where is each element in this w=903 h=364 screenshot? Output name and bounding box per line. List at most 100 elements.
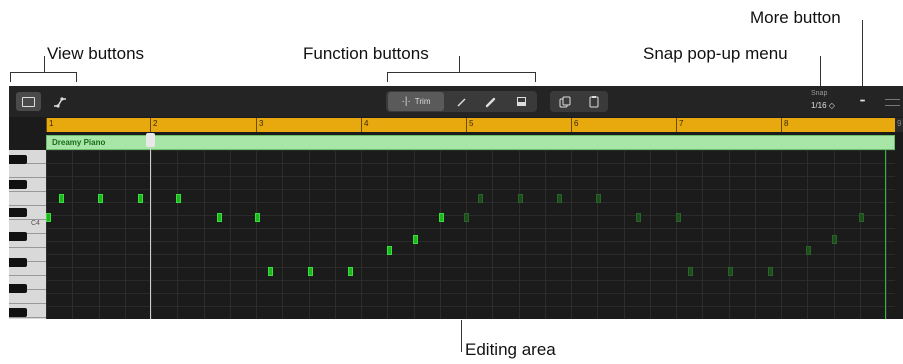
grid-beat-line (807, 150, 808, 319)
midi-note[interactable] (439, 213, 444, 222)
grid-row-line (46, 293, 895, 294)
brush-button[interactable] (481, 92, 501, 111)
black-key[interactable] (9, 232, 27, 241)
function-callout-stem (459, 56, 460, 73)
grid-beat-line (230, 150, 231, 319)
grid-beat-line (387, 150, 388, 319)
grid-beat-line (624, 150, 625, 319)
grid-beat-line (755, 150, 756, 319)
piano-roll-view-button[interactable] (16, 92, 41, 111)
snap-label: Snap (811, 90, 828, 97)
midi-note[interactable] (46, 213, 51, 222)
midi-note[interactable] (176, 194, 181, 203)
playhead[interactable] (150, 133, 151, 319)
midi-note[interactable] (859, 213, 864, 222)
midi-note[interactable] (138, 194, 143, 203)
midi-note[interactable] (255, 213, 260, 222)
more-button[interactable]: ••• (852, 92, 872, 111)
grid-row-line (46, 228, 895, 229)
midi-note[interactable] (676, 213, 681, 222)
grid-beat-line (46, 150, 47, 319)
grid-beat-line (729, 150, 730, 319)
grid-beat-line (545, 150, 546, 319)
white-key[interactable] (9, 164, 46, 178)
black-key[interactable] (9, 208, 27, 217)
note-grid[interactable] (46, 150, 895, 319)
midi-note[interactable] (387, 246, 392, 255)
grid-beat-line (125, 150, 126, 319)
grid-beat-line (361, 150, 362, 319)
more-button-callout: More button (750, 8, 841, 27)
more-callout-stem (862, 20, 863, 88)
grid-beat-line (204, 150, 205, 319)
black-key[interactable] (9, 155, 27, 164)
midi-note[interactable] (832, 235, 837, 244)
view-callout-tick-right (76, 72, 77, 82)
grid-beat-line (177, 150, 178, 319)
paste-button[interactable] (583, 92, 605, 111)
midi-note[interactable] (557, 194, 562, 203)
midi-note[interactable] (768, 267, 773, 276)
velocity-button[interactable] (510, 92, 532, 111)
ruler-bar-3: 3 (259, 119, 264, 128)
ruler-bar-line (781, 118, 782, 132)
function-callout-tick-right (535, 72, 536, 82)
automation-view-button[interactable] (47, 92, 72, 111)
grid-row-line (46, 306, 895, 307)
ruler-bar-6: 6 (574, 119, 579, 128)
grid-beat-line (886, 150, 887, 319)
midi-note[interactable] (806, 246, 811, 255)
grid-beat-line (519, 150, 520, 319)
grid-beat-line (99, 150, 100, 319)
black-key[interactable] (9, 308, 27, 317)
midi-note[interactable] (413, 235, 418, 244)
function-callout-tick-left (387, 72, 388, 82)
black-key[interactable] (9, 284, 27, 293)
midi-note[interactable] (98, 194, 103, 203)
playhead-handle[interactable] (146, 133, 155, 147)
grid-beat-line (571, 150, 572, 319)
midi-region[interactable]: Dreamy Piano (46, 135, 895, 150)
midi-note[interactable] (478, 194, 483, 203)
black-key[interactable] (9, 258, 27, 267)
ruler-bar-line (150, 118, 151, 132)
copy-button[interactable] (554, 92, 576, 111)
midi-note[interactable] (217, 213, 222, 222)
snap-menu-callout: Snap pop-up menu (643, 44, 788, 63)
grid-beat-line (466, 150, 467, 319)
function-callout-bracket (387, 72, 536, 73)
black-key[interactable] (9, 180, 27, 189)
trim-button[interactable]: ·|· Trim (388, 92, 444, 111)
ruler-bar-2: 2 (153, 119, 158, 128)
editing-area[interactable]: 1 2 3 4 5 6 7 8 9 Dreamy Piano C4 (9, 117, 903, 319)
grid-beat-line (335, 150, 336, 319)
editing-callout-stem (461, 320, 462, 352)
grid-beat-line (676, 150, 677, 319)
midi-note[interactable] (59, 194, 64, 203)
grid-row-line (46, 215, 895, 216)
midi-note[interactable] (464, 213, 469, 222)
pencil-button[interactable] (452, 92, 472, 111)
midi-note[interactable] (596, 194, 601, 203)
grid-beat-line (781, 150, 782, 319)
piano-keyboard[interactable]: C4 (9, 150, 46, 319)
midi-note[interactable] (268, 267, 273, 276)
snap-popup-menu[interactable]: 1/16 ◇ (811, 101, 835, 110)
ruler-bar-line (571, 118, 572, 132)
midi-note[interactable] (728, 267, 733, 276)
grid-beat-line (702, 150, 703, 319)
ruler-bar-9: 9 (897, 119, 902, 128)
editing-area-callout: Editing area (465, 340, 556, 359)
bar-ruler[interactable]: 1 2 3 4 5 6 7 8 (46, 118, 895, 132)
midi-note[interactable] (308, 267, 313, 276)
grid-row-line (46, 241, 895, 242)
midi-note[interactable] (348, 267, 353, 276)
editor-toolbar: ·|· Trim Snap 1/16 ◇ ••• (9, 86, 903, 117)
midi-note[interactable] (636, 213, 641, 222)
brush-icon (485, 97, 496, 107)
white-key[interactable] (9, 192, 46, 206)
midi-note[interactable] (518, 194, 523, 203)
grid-row-line (46, 202, 895, 203)
drag-handle-icon[interactable] (885, 99, 900, 106)
midi-note[interactable] (688, 267, 693, 276)
